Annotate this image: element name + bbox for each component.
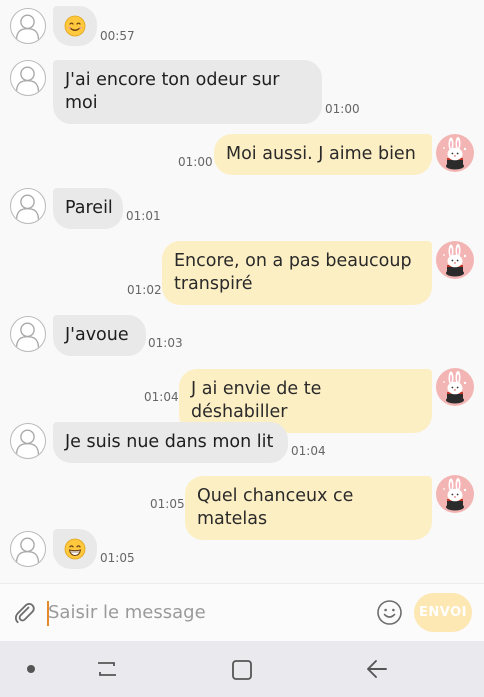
- message-bubble-incoming[interactable]: J'avoue: [53, 315, 146, 356]
- message-bubble-incoming[interactable]: [53, 529, 97, 569]
- contact-avatar-icon[interactable]: [10, 188, 46, 224]
- message-text: J ai envie de te déshabiller: [191, 379, 322, 422]
- send-button[interactable]: ENVOI: [414, 593, 472, 632]
- message-list[interactable]: 00:57 J'ai encore ton odeur sur moi 01:0…: [0, 0, 484, 583]
- message-bubble-incoming[interactable]: [53, 6, 97, 46]
- message-bubble-incoming[interactable]: Pareil: [53, 188, 123, 229]
- smiling-face-emoji-icon: [64, 15, 86, 37]
- message-time: 01:05: [150, 497, 185, 511]
- message-time: 01:00: [178, 155, 213, 169]
- message-text-line: moi: [65, 93, 98, 113]
- message-text: Quel chanceux ce matelas: [197, 486, 354, 529]
- contact-avatar-icon[interactable]: [10, 423, 46, 459]
- home-icon[interactable]: [230, 658, 254, 682]
- message-bubble-outgoing[interactable]: Moi aussi. J aime bien: [214, 134, 432, 175]
- message-bubble-incoming[interactable]: J'ai encore ton odeur sur moi: [53, 60, 322, 124]
- own-avatar-icon[interactable]: [436, 368, 474, 406]
- message-time: 01:04: [291, 444, 326, 458]
- message-input[interactable]: [46, 597, 368, 627]
- message-text: J'avoue: [65, 325, 129, 345]
- grinning-face-emoji-icon: [64, 538, 86, 560]
- message-text-line: Encore, on a pas beaucoup: [174, 251, 412, 271]
- dot-icon[interactable]: [27, 665, 35, 673]
- message-time: 01:03: [148, 336, 183, 350]
- contact-avatar-icon[interactable]: [10, 531, 46, 567]
- back-arrow-icon[interactable]: [364, 657, 390, 681]
- recent-apps-icon[interactable]: [95, 658, 119, 680]
- own-avatar-icon[interactable]: [436, 134, 474, 172]
- message-time: 01:04: [144, 390, 179, 404]
- message-text-line: transpiré: [174, 274, 253, 294]
- message-composer: [0, 583, 484, 641]
- contact-avatar-icon[interactable]: [10, 316, 46, 352]
- contact-avatar-icon[interactable]: [10, 60, 46, 96]
- message-time: 00:57: [100, 29, 135, 43]
- contact-avatar-icon[interactable]: [10, 8, 46, 44]
- own-avatar-icon[interactable]: [436, 475, 474, 513]
- message-bubble-incoming[interactable]: Je suis nue dans mon lit: [53, 422, 288, 463]
- text-caret: [47, 601, 49, 626]
- smiley-icon[interactable]: [376, 599, 403, 626]
- system-navigation-bar: [0, 641, 484, 697]
- message-text: Moi aussi. J aime bien: [226, 144, 416, 164]
- message-text: Je suis nue dans mon lit: [65, 432, 274, 452]
- message-time: 01:00: [325, 102, 360, 116]
- message-bubble-outgoing[interactable]: Quel chanceux ce matelas: [185, 476, 432, 540]
- paperclip-icon[interactable]: [12, 600, 38, 626]
- message-time: 01:05: [100, 551, 135, 565]
- message-text: Pareil: [65, 198, 113, 218]
- message-time: 01:01: [126, 209, 161, 223]
- message-bubble-outgoing[interactable]: Encore, on a pas beaucoup transpiré: [162, 241, 432, 305]
- message-time: 01:02: [127, 283, 162, 297]
- own-avatar-icon[interactable]: [436, 241, 474, 279]
- message-text-line: J'ai encore ton odeur sur: [65, 70, 280, 90]
